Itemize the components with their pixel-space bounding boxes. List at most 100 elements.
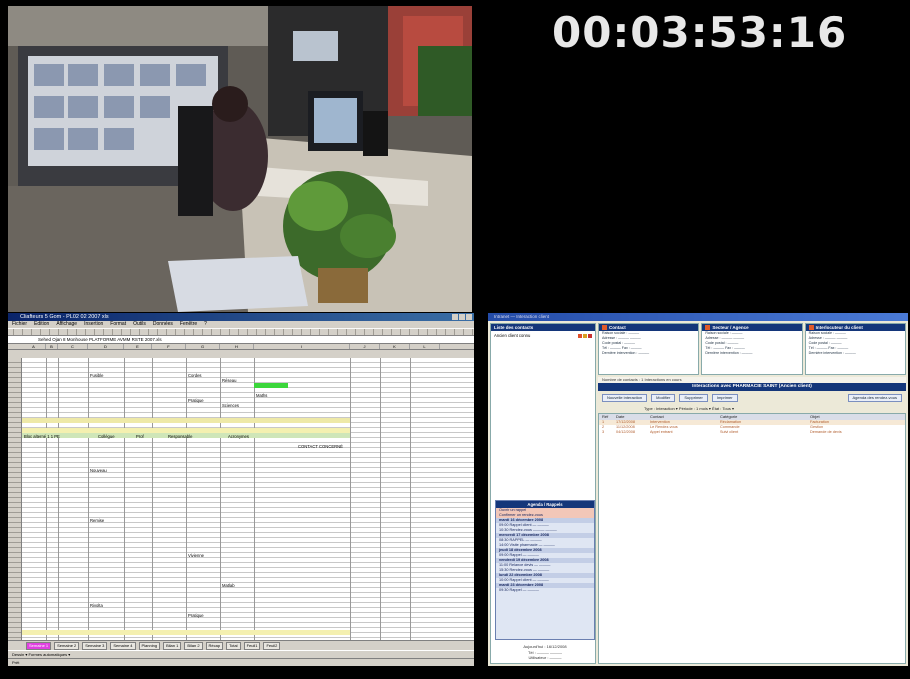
header-cell: Prof [136,434,144,439]
crm-titlebar: Intranet — Interaction client [488,313,908,321]
agenda-button[interactable]: Agenda des rendez-vous [847,394,902,402]
new-interaction-button[interactable]: Nouvelle interaction [602,394,648,402]
card-icon [808,325,814,330]
column-header[interactable]: A [22,344,46,349]
history-row[interactable]: 3 04/12/2008 Appel entrant Suivi client … [599,430,905,435]
standard-toolbar[interactable] [8,328,474,336]
column-header[interactable]: C [58,344,88,349]
drawing-toolbar[interactable]: Dessin ▾ Formes automatiques ▾ [8,650,474,658]
menu-outils[interactable]: Outils [133,321,146,328]
contact-item[interactable]: Ancien client connu [491,331,595,340]
sheet-tabs: Semaine 1 Semaine 2 Semaine 3 Semaine 4 … [8,640,474,650]
history-cell: Appel entrant [650,430,673,434]
cell-text: Fusible [90,373,104,378]
card-title: Interlocuteur du client [815,325,863,330]
column-header[interactable]: F [152,344,186,349]
card-icon [705,325,711,330]
column-headers: A B C D E F G H I J K L [8,344,474,350]
cell-text: Matlab [222,583,235,588]
column-header[interactable]: E [124,344,152,349]
camera-feed [8,6,472,312]
contact-card: Contact Raison sociale : ——— Adresse : —… [598,323,700,375]
header-cell: Collègue [98,434,115,439]
agenda-title: Agenda / Rappels [496,501,594,508]
interaction-header: Interactions avec PHARMACIE SAINT (Ancie… [598,383,906,391]
interaction-toolbar: Nouvelle interaction Modifier Supprimer … [598,393,906,403]
menu-fichier[interactable]: Fichier [12,321,27,328]
cell-text: Pratique [188,398,204,403]
edit-button[interactable]: Modifier [651,394,676,402]
sheet-tab[interactable]: Total [226,641,241,650]
delete-button[interactable]: Supprimer [679,394,708,402]
menu-fenetre[interactable]: Fenêtre [180,321,197,328]
column-header[interactable]: L [410,344,440,349]
column-header[interactable]: I [254,344,350,349]
star-icon [583,333,587,338]
contacts-panel: Liste des contacts Ancien client connu A… [490,323,596,664]
contact-item-label: Ancien client connu [494,333,531,338]
filter-bar[interactable]: Type : Interaction ▾ Période : 1 mois ▾ … [598,405,906,412]
spreadsheet-window: Cliafteurs 5 Gom - PL02 02 2007 xls Fich… [8,313,474,666]
menu-donnees[interactable]: Données [153,321,173,328]
agenda-panel: Agenda / Rappels Ouvrir un rappel Confirm… [495,500,595,640]
column-header[interactable]: K [380,344,410,349]
sheet-tab[interactable]: Bilan 2 [184,641,203,650]
sheet-tab[interactable]: Semaine 1 [26,641,52,650]
minimize-button[interactable] [452,314,458,320]
menu-insertion[interactable]: Insertion [84,321,103,328]
menu-format[interactable]: Format [110,321,126,328]
cell-text: Nouveau [90,468,107,473]
footer-line: Utilisateur : ——— [528,655,562,660]
cells-area[interactable] [22,358,474,640]
card-title: Contact [609,325,626,330]
sheet-tab[interactable]: Récap [205,641,224,650]
history-cell: Demande de devis [810,430,842,434]
history-table: Réf Date Contact Catégorie Objet 1 17/12… [598,413,906,664]
menu-edition[interactable]: Edition [34,321,49,328]
contacts-header: Liste des contacts [491,324,595,331]
sheet-tab[interactable]: Feuil2 [263,641,281,650]
sector-card: Secteur / Agence Raison sociale : ——— Ad… [701,323,803,375]
column-header[interactable]: J [350,344,380,349]
print-button[interactable]: Imprimer [711,394,738,402]
row-headers[interactable] [8,358,22,640]
cell-text: Sciences [222,403,239,408]
card-line: Dernière intervention : ——— [705,351,753,355]
sheet-tab[interactable]: Semaine 2 [54,641,80,650]
alert-icon [588,333,592,338]
left-footer: Aujourd'hui : 16/12/2008 Tél : ——— ——— U… [495,644,595,661]
agenda-entry[interactable]: 09:30 Rappel — ——— [496,588,594,593]
cell-text: Remise [90,518,105,523]
cell-grid[interactable]: Fusible Cordes Réseau Maths Pratique Sci… [8,358,474,640]
card-icon [602,325,607,330]
menu-affichage[interactable]: Affichage [56,321,77,328]
card-title: Secteur / Agence [712,325,749,330]
cell-text: Réseau [222,378,237,383]
cell-text: Maths [256,393,268,398]
crm-window: Intranet — Interaction client Liste des … [488,313,908,666]
close-button[interactable] [466,314,472,320]
column-header[interactable]: G [186,344,220,349]
menu-bar: Fichier Edition Affichage Insertion Form… [8,321,474,328]
card-line: Dernière intervention : ——— [808,351,856,355]
menu-aide[interactable]: ? [204,321,207,328]
cell-text: Vivienne [188,553,204,558]
column-header[interactable]: B [46,344,58,349]
sheet-tab[interactable]: Planning [138,641,161,650]
column-header[interactable]: D [88,344,124,349]
formula-bar[interactable]: Sehed Ojan 8 Monhouse PLATFORME AVMM RST… [8,336,474,344]
info-cards: Contact Raison sociale : ——— Adresse : —… [598,323,906,375]
maximize-button[interactable] [459,314,465,320]
sheet-tab[interactable]: Feuil1 [243,641,261,650]
sheet-tab[interactable]: Bilan 1 [163,641,182,650]
flag-icon [578,333,582,338]
sheet-tab[interactable]: Semaine 3 [82,641,108,650]
column-header[interactable]: H [220,344,254,349]
sheet-tab[interactable]: Semaine 4 [110,641,136,650]
spreadsheet-titlebar: Cliafteurs 5 Gom - PL02 02 2007 xls [8,313,474,321]
cell-text: Cordes [188,373,202,378]
highlighted-cell[interactable] [254,383,288,388]
status-bar: Prêt [8,658,474,666]
office-scene-image [8,6,472,312]
timecode-display: 00:03:53:16 [552,8,848,57]
